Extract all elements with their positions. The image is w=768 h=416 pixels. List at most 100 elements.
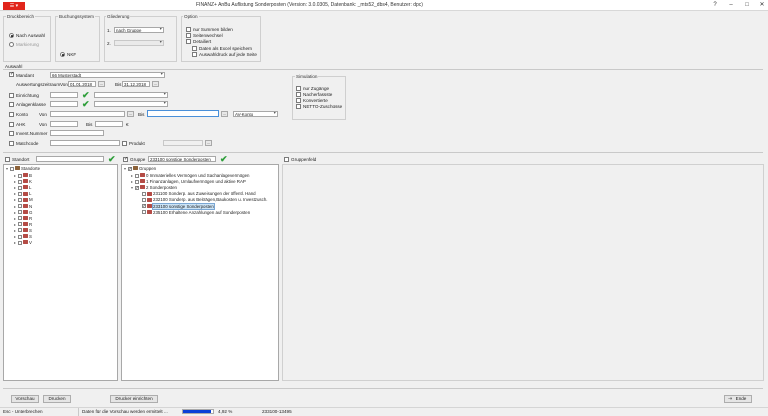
standort-input[interactable]	[36, 156, 104, 162]
anlagenklasse-ok-icon[interactable]: ✔	[82, 100, 90, 109]
tree-checkbox[interactable]	[142, 210, 146, 215]
ahk-von-input[interactable]	[50, 121, 78, 127]
tree-checkbox[interactable]	[10, 166, 14, 171]
gruppenfeld-checkbox[interactable]	[284, 157, 289, 162]
ende-button[interactable]: ⇥ Ende	[724, 395, 752, 403]
konto-checkbox[interactable]	[9, 112, 14, 117]
help-button[interactable]: ?	[708, 1, 722, 10]
bis-date-picker-button[interactable]: …	[152, 81, 159, 87]
tree-checkbox[interactable]	[18, 204, 22, 208]
einrichtung-ok-icon[interactable]: ✔	[82, 91, 90, 100]
standorte-root-row[interactable]: ▾ Standorte	[6, 166, 40, 172]
tree-checkbox[interactable]	[18, 234, 22, 239]
tree-checkbox[interactable]	[18, 185, 22, 190]
anlagenklasse-input[interactable]	[50, 101, 78, 107]
ahk-checkbox[interactable]	[9, 122, 14, 127]
standort-row[interactable]: ▸ G	[14, 210, 32, 216]
standort-row[interactable]: ▸ K	[14, 179, 32, 185]
einrichtung-input[interactable]	[50, 92, 78, 98]
seitenwechsel-checkbox[interactable]	[186, 33, 191, 38]
excel-checkbox[interactable]	[192, 46, 197, 51]
tree-checkbox[interactable]	[142, 203, 146, 209]
gliederung-1-select[interactable]: nach Gruppe	[114, 27, 164, 33]
gruppen-root-row[interactable]: ▾Gruppen	[124, 166, 156, 172]
bis-date-input[interactable]: 31.12.2018	[122, 81, 150, 87]
konto-type-select[interactable]: AV-Konto	[233, 111, 278, 117]
konto-von-input[interactable]	[50, 111, 125, 117]
invent-checkbox[interactable]	[9, 131, 14, 136]
gruppe-ok-icon[interactable]: ✔	[220, 155, 228, 164]
tree-checkbox[interactable]	[135, 185, 139, 191]
gruppe-input[interactable]: 233100 sonstige Sonderposten	[148, 156, 216, 162]
produkt-checkbox[interactable]	[122, 141, 127, 146]
nur-zugaenge-checkbox[interactable]	[296, 86, 301, 91]
vorschau-button[interactable]: Vorschau	[11, 395, 39, 403]
tree-checkbox[interactable]	[18, 191, 22, 196]
maximize-button[interactable]: □	[740, 1, 754, 10]
von-date-picker-button[interactable]: …	[98, 81, 105, 87]
close-button[interactable]: ✕	[755, 1, 768, 10]
anlagenklasse-checkbox[interactable]	[9, 102, 14, 107]
standort-row[interactable]: ▸ S	[14, 234, 32, 240]
detailiert-checkbox[interactable]	[186, 39, 191, 44]
tree-checkbox[interactable]	[135, 179, 139, 184]
standort-row[interactable]: ▸ R	[14, 216, 32, 222]
konto-bis-button[interactable]: …	[221, 111, 228, 117]
produkt-input[interactable]	[163, 140, 203, 146]
tree-checkbox[interactable]	[18, 228, 22, 233]
nach-auswahl-radio[interactable]	[9, 33, 14, 38]
tree-checkbox[interactable]	[128, 166, 132, 172]
tree-checkbox[interactable]	[18, 222, 22, 227]
tree-checkbox[interactable]	[18, 179, 22, 184]
standort-row[interactable]: ▸ L	[14, 191, 31, 197]
standort-row[interactable]: ▸ S	[14, 228, 32, 234]
von-date-input[interactable]: 01.01.2018	[68, 81, 96, 87]
gruppe-row[interactable]: 233100 sonstige Sonderposten	[138, 202, 215, 210]
markierung-radio[interactable]	[9, 42, 14, 47]
gruppe-row[interactable]: ▸ 1 Finanzanlagen, Umlaufvermögen und akt…	[131, 179, 246, 185]
tree-checkbox[interactable]	[135, 173, 139, 178]
konto-von-button[interactable]: …	[127, 111, 134, 117]
drucken-button[interactable]: Drucken	[43, 395, 71, 403]
gruppe-row[interactable]: ▸ 0 Immaterielles Vermögen und Sachanlage…	[131, 173, 249, 179]
standort-row[interactable]: ▸ R	[14, 222, 32, 228]
gliederung-2-select[interactable]	[114, 40, 164, 46]
gruppe-row[interactable]: ▾2 Sonderposten	[131, 185, 177, 191]
mandant-select[interactable]: 66 Musterstadt	[50, 72, 165, 78]
netto-zuschuesse-checkbox[interactable]	[296, 104, 301, 109]
gruppe-row[interactable]: 235100 Erhaltene Anzahlungen auf Sonderp…	[138, 210, 250, 216]
konto-bis-input[interactable]	[147, 110, 219, 117]
gruppe-row[interactable]: 231100 Sonderp. aus Zuweisungen der öffe…	[138, 191, 256, 197]
app-menu-button[interactable]: ☰ ▾	[3, 2, 25, 10]
matchcode-checkbox[interactable]	[9, 141, 14, 146]
standort-row[interactable]: ▸ B	[14, 173, 32, 179]
tree-checkbox[interactable]	[18, 197, 22, 202]
minimize-button[interactable]: ‒	[724, 1, 738, 10]
produkt-button[interactable]: …	[205, 140, 212, 146]
einrichtung-select[interactable]	[94, 92, 168, 98]
standort-row[interactable]: ▸ N	[14, 204, 32, 210]
ahk-bis-input[interactable]	[95, 121, 123, 127]
nur-summen-checkbox[interactable]	[186, 27, 191, 32]
tree-checkbox[interactable]	[18, 173, 22, 178]
nacherfasste-checkbox[interactable]	[296, 92, 301, 97]
gruppe-row[interactable]: 232100 Sonderp. aus Beiträgen,Baukosten …	[138, 197, 267, 203]
matchcode-input[interactable]	[50, 140, 120, 146]
nkf-radio[interactable]	[60, 52, 65, 57]
standort-row[interactable]: ▸ M	[14, 197, 33, 203]
standort-row[interactable]: ▸ L	[14, 185, 31, 191]
gruppe-checkbox[interactable]	[123, 156, 128, 162]
anlagenklasse-select[interactable]	[94, 101, 168, 107]
tree-checkbox[interactable]	[18, 240, 22, 245]
konvertierte-checkbox[interactable]	[296, 98, 301, 103]
tree-checkbox[interactable]	[18, 216, 22, 221]
auswahldruck-checkbox[interactable]	[192, 52, 197, 57]
standort-checkbox[interactable]	[5, 157, 10, 162]
drucker-einrichten-button[interactable]: Drucker einrichten	[110, 395, 158, 403]
invent-input[interactable]	[50, 130, 104, 136]
standort-ok-icon[interactable]: ✔	[108, 155, 116, 164]
tree-checkbox[interactable]	[142, 197, 146, 202]
tree-checkbox[interactable]	[18, 210, 22, 215]
tree-checkbox[interactable]	[142, 191, 146, 196]
standort-row[interactable]: ▸ V	[14, 240, 32, 246]
